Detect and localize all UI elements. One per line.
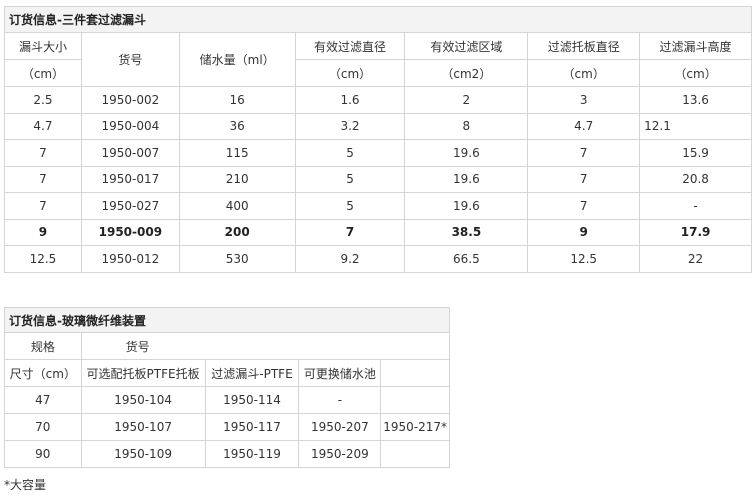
table-cell: 3.2 [294, 112, 406, 140]
header-funnel-size: 漏斗大小 [4, 32, 82, 60]
table-cell: 1950-217* [380, 413, 450, 441]
table-cell: 19.6 [404, 192, 529, 220]
table-cell [380, 440, 450, 468]
table-cell: 3 [527, 86, 641, 114]
table-cell: 12.5 [4, 245, 82, 273]
table-cell: 1950-017 [80, 165, 180, 193]
header-unit: （cm） [639, 59, 752, 87]
table-cell: 7 [527, 165, 641, 193]
header-catalog-no: 货号 [80, 332, 451, 360]
header-catalog-no: 货号 [80, 32, 180, 87]
table-caption: 订货信息-三件套过滤漏斗 [4, 6, 752, 33]
table-cell: 12.5 [527, 245, 641, 273]
table-cell: 8 [404, 112, 529, 140]
header-support-diameter: 过滤托板直径 [527, 32, 641, 60]
table-cell: 1950-114 [204, 386, 300, 414]
table-cell: 17.9 [639, 218, 752, 246]
table-cell: 2 [404, 86, 529, 114]
header-effective-area: 有效过滤区域 [404, 32, 529, 60]
table-row: 4.7 1950-004 36 3.2 8 4.7 12.1 [4, 112, 752, 140]
table-cell: 1950-009 [80, 218, 180, 246]
table-cell: 20.8 [639, 165, 752, 193]
table-cell: 400 [178, 192, 296, 220]
table-cell: 115 [178, 139, 296, 167]
table-cell: 1950-012 [80, 245, 180, 273]
table-cell: 15.9 [639, 139, 752, 167]
header-size: 尺寸（cm） [4, 359, 82, 387]
table-cell: 2.5 [4, 86, 82, 114]
table-cell: 47 [4, 386, 82, 414]
table-cell: 16 [178, 86, 296, 114]
table-cell: 9 [527, 218, 641, 246]
table-cell: 1950-117 [204, 413, 300, 441]
table-cell: 19.6 [404, 165, 529, 193]
header-spec: 规格 [4, 332, 82, 360]
table-row: 7 1950-017 210 5 19.6 7 20.8 [4, 165, 752, 193]
table-cell: 70 [4, 413, 82, 441]
table-cell: 9.2 [294, 245, 406, 273]
table-cell [380, 386, 450, 414]
table-cell: 1.6 [294, 86, 406, 114]
table-cell: 7 [527, 192, 641, 220]
table-cell: 5 [294, 165, 406, 193]
table-cell: 1950-007 [80, 139, 180, 167]
table-cell: 12.1 [639, 112, 752, 140]
header-unit: （cm） [4, 59, 82, 87]
table-row: 12.5 1950-012 530 9.2 66.5 12.5 22 [4, 245, 752, 273]
table-cell: 7 [527, 139, 641, 167]
footnote: *大容量 [4, 478, 47, 492]
table-row: 90 1950-109 1950-119 1950-209 [4, 440, 450, 468]
table-cell: 4.7 [527, 112, 641, 140]
table-row: 47 1950-104 1950-114 - [4, 386, 450, 414]
table-caption: 订货信息-玻璃微纤维装置 [4, 307, 450, 333]
table-row-highlighted: 9 1950-009 200 7 38.5 9 17.9 [4, 218, 752, 246]
header-ptfe-support: 可选配托板PTFE托板 [80, 359, 206, 387]
header-ptfe-funnel: 过滤漏斗-PTFE [204, 359, 300, 387]
table-cell: 13.6 [639, 86, 752, 114]
table-row: 2.5 1950-002 16 1.6 2 3 13.6 [4, 86, 752, 114]
table-row: 7 1950-007 115 5 19.6 7 15.9 [4, 139, 752, 167]
table-cell: 1950-104 [80, 386, 206, 414]
header-replaceable-reservoir: 可更换储水池 [298, 359, 382, 387]
table-row: 70 1950-107 1950-117 1950-207 1950-217* [4, 413, 450, 441]
table-cell: 7 [4, 192, 82, 220]
table-cell: 7 [4, 165, 82, 193]
table-cell: 210 [178, 165, 296, 193]
table-cell: 1950-002 [80, 86, 180, 114]
table-cell: 1950-109 [80, 440, 206, 468]
table-cell: 22 [639, 245, 752, 273]
table-cell: 1950-107 [80, 413, 206, 441]
table-cell: 5 [294, 139, 406, 167]
header-unit: （cm2） [404, 59, 529, 87]
table-cell: - [298, 386, 382, 414]
table-cell: 1950-119 [204, 440, 300, 468]
table-cell: 200 [178, 218, 296, 246]
table-cell: 19.6 [404, 139, 529, 167]
table-cell: 1950-209 [298, 440, 382, 468]
glass-fiber-order-table: 订货信息-玻璃微纤维装置 规格 货号 尺寸（cm） 可选配托板PTFE托板 过滤… [4, 307, 451, 468]
table-cell: 9 [4, 218, 82, 246]
header-effective-diameter: 有效过滤直径 [294, 32, 406, 60]
table-cell: 1950-207 [298, 413, 382, 441]
table-cell: 36 [178, 112, 296, 140]
header-unit: （cm） [294, 59, 406, 87]
table-cell: - [639, 192, 752, 220]
header-reservoir-volume: 储水量（ml） [178, 32, 296, 87]
table-cell: 4.7 [4, 112, 82, 140]
table-cell: 1950-027 [80, 192, 180, 220]
header-empty [380, 359, 450, 387]
table-cell: 38.5 [404, 218, 529, 246]
table-row: 7 1950-027 400 5 19.6 7 - [4, 192, 752, 220]
funnel-order-table: 订货信息-三件套过滤漏斗 漏斗大小 货号 储水量（ml） 有效过滤直径 有效过滤… [4, 6, 752, 273]
table-cell: 7 [294, 218, 406, 246]
table-cell: 530 [178, 245, 296, 273]
header-funnel-height: 过滤漏斗高度 [639, 32, 752, 60]
table-cell: 90 [4, 440, 82, 468]
table-cell: 1950-004 [80, 112, 180, 140]
header-unit: （cm） [527, 59, 641, 87]
table-cell: 66.5 [404, 245, 529, 273]
table-cell: 5 [294, 192, 406, 220]
table-cell: 7 [4, 139, 82, 167]
